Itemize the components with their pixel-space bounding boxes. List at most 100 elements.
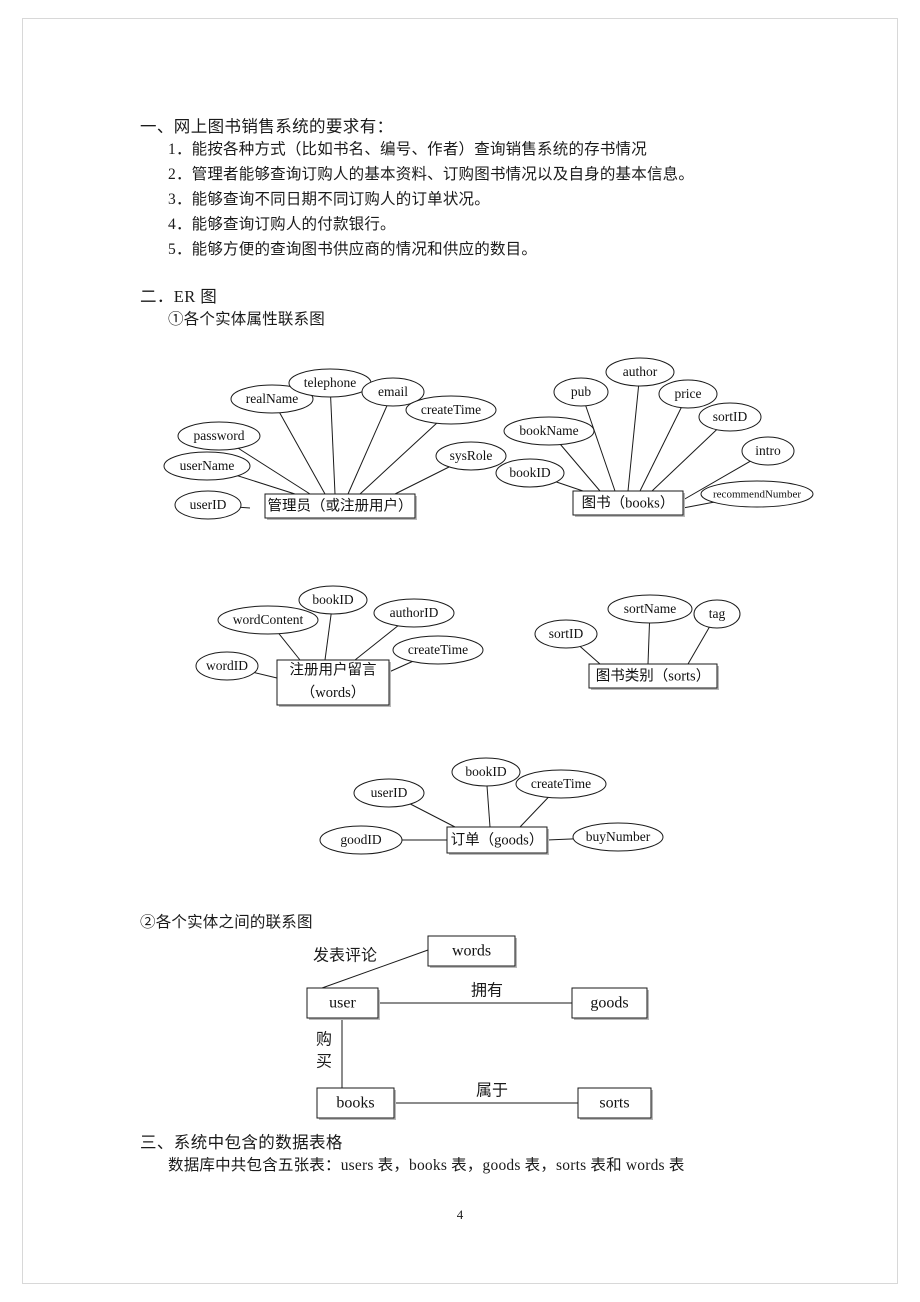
edge-users-password	[218, 435, 311, 495]
attribute-ellipse-authorID[interactable]	[373, 598, 455, 628]
attribute-label-sortID: sortID	[713, 409, 748, 424]
edge-words-bookID	[324, 599, 334, 661]
attribute-ellipse-bookName[interactable]	[503, 416, 595, 446]
requirement-item: 1．能按各种方式（比如书名、编号、作者）查询销售系统的存书情况	[168, 141, 647, 158]
relationship-box-user[interactable]	[306, 987, 379, 1019]
edge-sorts-sortName	[647, 608, 651, 665]
entity-box-shadow-words	[279, 662, 391, 707]
attribute-label-userID: userID	[190, 497, 227, 512]
relationship-label-user-books: 购	[316, 1031, 332, 1049]
attribute-ellipse-createTime[interactable]	[392, 635, 484, 665]
attribute-ellipse-userID[interactable]	[174, 490, 242, 520]
relationship-box-words[interactable]	[427, 935, 516, 967]
edge-goods-buyNumber	[546, 836, 619, 841]
edge-users-telephone	[329, 382, 336, 495]
attribute-ellipse-bookID[interactable]	[495, 458, 565, 488]
requirement-item: 2．管理者能够查询订购人的基本资料、订购图书情况以及自身的基本信息。	[168, 166, 695, 183]
attribute-ellipse-wordID[interactable]	[195, 651, 259, 681]
requirement-item: 4．能够查询订购人的付款银行。	[168, 216, 396, 233]
entity-box-shadow-books	[575, 493, 685, 517]
entity-label-words: 注册用户留言	[290, 662, 377, 679]
er-subheading-attributes: ①各个实体属性联系图	[168, 311, 326, 328]
attribute-ellipse-email[interactable]	[361, 377, 425, 407]
attribute-label-author: author	[623, 364, 658, 379]
edge-sorts-sortID	[565, 633, 601, 665]
attribute-label-tag: tag	[709, 606, 726, 621]
attribute-ellipse-tag[interactable]	[693, 599, 741, 629]
attribute-ellipse-userName[interactable]	[163, 451, 251, 481]
entity-diagram-books: 图书（books） bookID bookName pub author price sor…	[495, 357, 814, 517]
attribute-label-bookID: bookID	[465, 764, 506, 779]
relationship-line-user-words	[321, 949, 429, 989]
attribute-ellipse-goodID[interactable]	[319, 825, 403, 855]
attribute-ellipse-sysRole[interactable]	[435, 441, 507, 471]
attribute-ellipse-createTime[interactable]	[515, 769, 607, 799]
attribute-label-createTime: createTime	[408, 642, 468, 657]
attribute-ellipse-wordContent[interactable]	[217, 605, 319, 635]
relationship-box-sorts[interactable]	[577, 1087, 652, 1119]
attribute-label-recommendNumber: recommendNumber	[713, 489, 801, 501]
attribute-ellipse-recommendNumber[interactable]	[700, 480, 814, 508]
entity-box-books[interactable]	[572, 490, 684, 516]
attribute-ellipse-telephone[interactable]	[288, 368, 372, 398]
attribute-ellipse-userID[interactable]	[353, 778, 425, 808]
section-heading-requirements: 一、网上图书销售系统的要求有：	[140, 117, 394, 136]
section-heading-er: 二．ER 图	[140, 287, 218, 306]
attribute-label-createTime: createTime	[531, 776, 591, 791]
attribute-label-goodID: goodID	[340, 832, 381, 847]
attribute-label-sortID: sortID	[549, 626, 584, 641]
edge-sorts-tag	[687, 613, 718, 665]
entity-box-sorts[interactable]	[588, 663, 718, 689]
attribute-ellipse-author[interactable]	[605, 357, 675, 387]
attribute-label-bookID: bookID	[312, 592, 353, 607]
edge-books-recommendNumber	[682, 493, 758, 509]
attribute-ellipse-buyNumber[interactable]	[572, 822, 664, 852]
entity-diagram-goods: 订单（goods） goodID userID bookID createTime buy…	[319, 757, 664, 855]
document-page: 一、网上图书销售系统的要求有： 1．能按各种方式（比如书名、编号、作者）查询销售系…	[0, 0, 920, 1302]
attribute-ellipse-sortID[interactable]	[534, 619, 598, 649]
relationship-label-user-books: 买	[316, 1053, 332, 1071]
attribute-label-buyNumber: buyNumber	[586, 829, 651, 844]
relationship-box-label-user: user	[329, 995, 356, 1012]
attribute-ellipse-sortName[interactable]	[607, 594, 693, 624]
attribute-label-sysRole: sysRole	[450, 448, 493, 463]
entity-label-users: 管理员（或注册用户）	[268, 497, 413, 514]
edge-words-authorID	[354, 612, 415, 661]
entity-box-goods[interactable]	[446, 826, 548, 854]
entity-box-words[interactable]	[276, 659, 390, 706]
edge-users-userName	[206, 465, 296, 495]
attribute-label-pub: pub	[571, 384, 592, 399]
relationship-box-books[interactable]	[316, 1087, 395, 1119]
attribute-ellipse-intro[interactable]	[741, 436, 795, 466]
attribute-ellipse-price[interactable]	[658, 379, 718, 409]
entity-box-users[interactable]	[264, 493, 416, 519]
edge-users-realName	[271, 398, 326, 495]
edge-goods-userID	[388, 792, 456, 828]
attribute-ellipse-pub[interactable]	[553, 377, 609, 407]
requirement-item: 3．能够查询不同日期不同订购人的订单状况。	[168, 191, 490, 208]
attribute-ellipse-createTime[interactable]	[405, 395, 497, 425]
attribute-label-intro: intro	[755, 443, 781, 458]
attribute-ellipse-bookID[interactable]	[451, 757, 521, 787]
relationship-label-user-words: 发表评论	[313, 947, 377, 965]
relationship-box-shadow-words	[430, 938, 517, 968]
attribute-label-userName: userName	[180, 458, 235, 473]
edge-books-pub	[580, 391, 616, 492]
entity-label-books: 图书（books）	[582, 494, 675, 511]
relationship-box-label-books: books	[336, 1095, 374, 1112]
attribute-ellipse-realName[interactable]	[230, 384, 314, 414]
attribute-label-userID: userID	[371, 785, 408, 800]
edge-users-userID	[207, 504, 251, 509]
attribute-label-email: email	[378, 384, 408, 399]
attribute-label-authorID: authorID	[390, 605, 439, 620]
er-subheading-relationships: ②各个实体之间的联系图	[140, 914, 313, 931]
relationship-box-goods[interactable]	[571, 987, 648, 1019]
attribute-label-createTime: createTime	[421, 402, 481, 417]
attribute-ellipse-bookID[interactable]	[298, 585, 368, 615]
attribute-ellipse-password[interactable]	[177, 421, 261, 451]
attribute-ellipse-sortID[interactable]	[698, 402, 762, 432]
edge-goods-createTime	[519, 783, 562, 828]
section-heading-tables: 三、系统中包含的数据表格	[140, 1133, 343, 1152]
entity-diagram-words: 注册用户留言 （words） wordID wordContent bookID auth…	[195, 585, 484, 707]
requirement-item: 5．能够方便的查询图书供应商的情况和供应的数目。	[168, 241, 538, 258]
